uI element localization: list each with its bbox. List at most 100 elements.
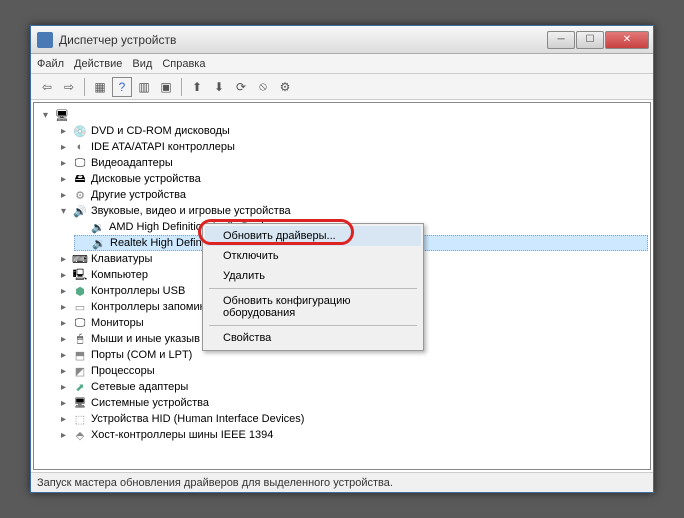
chevron-icon[interactable]: ▸ [58,334,69,345]
chevron-icon[interactable]: ▾ [58,206,69,217]
menu-help[interactable]: Справка [162,58,205,70]
tree-node[interactable]: ▸ Системные устройства [56,395,648,411]
chevron-icon[interactable]: ▸ [58,414,69,425]
device-icon [72,171,88,187]
audio-device-icon [90,219,106,235]
menu-file[interactable]: Файл [37,58,64,70]
tree-node[interactable]: ▸ IDE ATA/ATAPI контроллеры [56,139,648,155]
device-manager-window: Диспетчер устройств ─ ☐ ✕ Файл Действие … [30,25,654,493]
device-icon [72,363,88,379]
device-icon [72,123,88,139]
tree-root-node[interactable]: ▾ [38,107,648,123]
chevron-icon[interactable]: ▸ [58,302,69,313]
device-icon [72,283,88,299]
show-hide-button[interactable]: ▦ [90,77,110,97]
ctx-delete[interactable]: Удалить [205,266,421,286]
tree-node[interactable]: ▸ Другие устройства [56,187,648,203]
computer-icon [54,107,70,123]
update-driver-button[interactable]: ⬆ [187,77,207,97]
status-text: Запуск мастера обновления драйверов для … [37,477,393,489]
minimize-button[interactable]: ─ [547,31,575,49]
node-label: Порты (COM и LPT) [91,349,192,361]
forward-button[interactable]: ⇨ [59,77,79,97]
audio-device-icon [91,235,107,251]
ctx-separator [209,288,417,289]
device-icon [72,203,88,219]
node-label: Устройства HID (Human Interface Devices) [91,413,304,425]
maximize-button[interactable]: ☐ [576,31,604,49]
tree-node[interactable]: ▸Видеоадаптеры [56,155,648,171]
node-label: Другие устройства [91,189,186,201]
tree-node[interactable]: ▸ DVD и CD-ROM дисководы [56,123,648,139]
device-icon [72,315,88,331]
chevron-icon[interactable]: ▸ [58,430,69,441]
device-icon [72,267,88,283]
tree-node[interactable]: ▾ Звуковые, видео и игровые устройства [56,203,648,219]
toolbar: ⇦ ⇨ ▦ ? ▥ ▣ ⬆ ⬇ ⟳ ⦸ ⚙ [31,74,653,100]
chevron-icon[interactable]: ▸ [58,350,69,361]
chevron-icon[interactable]: ▸ [58,366,69,377]
properties-button[interactable]: ⚙ [275,77,295,97]
close-button[interactable]: ✕ [605,31,649,49]
ctx-disable[interactable]: Отключить [205,246,421,266]
node-label: Клавиатуры [91,253,152,265]
menu-view[interactable]: Вид [132,58,152,70]
leaf-label: Realtek High Definiti [110,237,210,249]
tree-node[interactable]: ▸ Процессоры [56,363,648,379]
ctx-separator [209,325,417,326]
node-label: Дисковые устройства [91,173,201,185]
scan-hw-button[interactable]: ⟳ [231,77,251,97]
chevron-icon[interactable]: ▸ [58,318,69,329]
chevron-icon[interactable]: ▸ [58,254,69,265]
chevron-icon[interactable]: ▸ [58,270,69,281]
chevron-icon[interactable]: ▸ [58,142,69,153]
context-menu[interactable]: Обновить драйверы... Отключить Удалить О… [202,223,424,351]
app-icon [37,32,53,48]
ctx-update-drivers[interactable]: Обновить драйверы... [205,226,421,246]
device-icon [72,347,88,363]
device-icon [72,299,88,315]
node-label: Процессоры [91,365,155,377]
tree-node[interactable]: ▸ Устройства HID (Human Interface Devices… [56,411,648,427]
toolbar-button-1[interactable]: ▥ [134,77,154,97]
chevron-icon[interactable]: ▸ [58,398,69,409]
disable-button[interactable]: ⦸ [253,77,273,97]
menu-action[interactable]: Действие [74,58,122,70]
device-icon [72,331,88,347]
chevron-icon[interactable]: ▸ [58,158,69,169]
ctx-refresh-hw[interactable]: Обновить конфигурацию оборудования [205,291,421,323]
toolbar-button-2[interactable]: ▣ [156,77,176,97]
status-bar: Запуск мастера обновления драйверов для … [31,472,653,492]
back-button[interactable]: ⇦ [37,77,57,97]
chevron-icon[interactable]: ▸ [58,190,69,201]
node-label: Мыши и иные указыв [91,333,200,345]
help-button[interactable]: ? [112,77,132,97]
menu-bar: Файл Действие Вид Справка [31,54,653,74]
chevron-icon[interactable]: ▸ [58,286,69,297]
chevron-icon[interactable]: ▸ [58,126,69,137]
node-label: DVD и CD-ROM дисководы [91,125,230,137]
device-icon [72,427,88,443]
node-label: Компьютер [91,269,148,281]
device-icon [72,411,88,427]
chevron-icon[interactable]: ▸ [58,174,69,185]
chevron-down-icon[interactable]: ▾ [40,110,51,121]
device-icon [72,379,88,395]
tree-node[interactable]: ▸ Сетевые адаптеры [56,379,648,395]
node-label: Звуковые, видео и игровые устройства [91,205,291,217]
node-label: IDE ATA/ATAPI контроллеры [91,141,235,153]
node-label: Хост-контроллеры шины IEEE 1394 [91,429,273,441]
uninstall-button[interactable]: ⬇ [209,77,229,97]
tree-node[interactable]: ▸ Дисковые устройства [56,171,648,187]
device-icon [72,139,88,155]
device-icon [72,395,88,411]
device-tree[interactable]: ▾ ▸ DVD и CD-ROM дисководы ▸ IDE ATA/ATAPI … [33,102,651,470]
device-icon [72,187,88,203]
title-bar[interactable]: Диспетчер устройств ─ ☐ ✕ [31,26,653,54]
chevron-icon[interactable]: ▸ [58,382,69,393]
node-label: Системные устройства [91,397,209,409]
node-label: Контроллеры USB [91,285,185,297]
tree-node[interactable]: ▸ Хост-контроллеры шины IEEE 1394 [56,427,648,443]
ctx-properties[interactable]: Свойства [205,328,421,348]
node-label: Сетевые адаптеры [91,381,188,393]
